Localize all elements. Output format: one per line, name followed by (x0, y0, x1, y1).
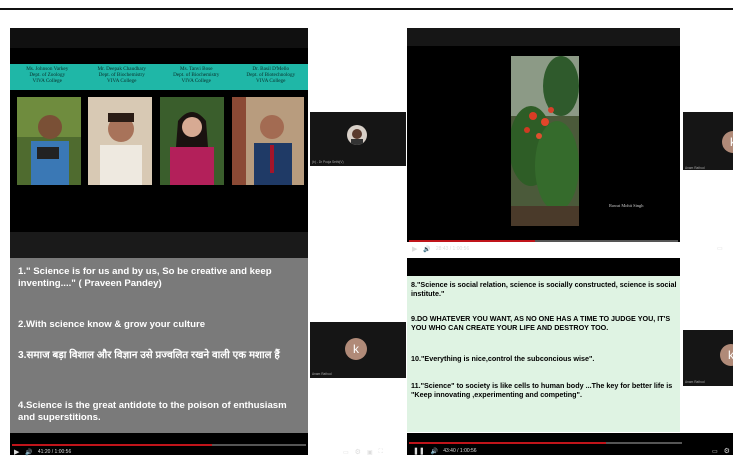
speaker-college: VIVA College (256, 78, 286, 84)
slide-top-band (10, 28, 308, 48)
speaker-header-strip: Ms. Johnson Varkey Dept. of Zoology VIVA… (10, 64, 308, 90)
captions-icon[interactable]: ▭ (712, 448, 718, 455)
right-bottom-control-row: ❚❚ 🔊 43:40 / 1:00:56 (413, 447, 477, 455)
participant-name: Anam Rathod (312, 372, 332, 376)
right-top-progress-fill (409, 240, 536, 242)
quote-text: 2.With science know & grow your culture (18, 319, 206, 330)
right-bottom-progress-fill (409, 442, 606, 444)
volume-icon[interactable]: 🔊 (423, 246, 430, 253)
speaker-header-cell: Ms. Tanvi Bose Dept. of Biochemistry VIV… (159, 64, 234, 90)
plant-photo (511, 56, 579, 226)
avatar (347, 125, 367, 145)
quote-text: 8."Science is social relation, science i… (411, 280, 677, 298)
slide-dark-band (10, 232, 308, 258)
right-top-extra-controls: ▭ (717, 245, 723, 252)
avatar: k (345, 338, 367, 360)
captions-icon[interactable]: ▭ (343, 449, 349, 456)
quote-text: 1." Science is for us and by us, So be c… (18, 266, 272, 289)
quote-text: 9.DO WHATEVER YOU WANT, AS NO ONE HAS A … (411, 314, 671, 332)
quotes-slide-left: 1." Science is for us and by us, So be c… (10, 258, 308, 433)
speaker-photo (88, 97, 152, 185)
captions-icon[interactable]: ▭ (717, 245, 723, 252)
fullscreen-icon[interactable]: ⛶ (379, 449, 383, 456)
time-display: 41:20 / 1:00:56 (37, 449, 72, 455)
speaker-photo (232, 97, 304, 185)
miniplayer-icon[interactable]: ▣ (367, 449, 373, 456)
play-icon[interactable]: ▶ (412, 245, 417, 253)
left-progress-fill (12, 444, 212, 446)
speaker-college: VIVA College (107, 78, 137, 84)
right-top-control-row: ▶ 🔊 28:43 / 1:00:56 (412, 245, 469, 253)
volume-icon[interactable]: 🔊 (431, 448, 438, 455)
speaker-college: VIVA College (181, 78, 211, 84)
slide-dark-band (407, 258, 680, 276)
slide-top-band (407, 28, 680, 46)
speaker-header-cell: Ms. Johnson Varkey Dept. of Zoology VIVA… (10, 64, 85, 90)
quotes-slide-right: 8."Science is social relation, science i… (407, 276, 680, 432)
time-display: 43:40 / 1:00:56 (443, 448, 477, 454)
quote-text: 10."Everything is nice,control the subco… (411, 354, 595, 363)
volume-icon[interactable]: 🔊 (25, 449, 32, 456)
time-display: 28:43 / 1:00:56 (435, 246, 470, 252)
quote-text: 3.समाज बड़ा विशाल और विज्ञान उसे प्रज्वल… (18, 350, 280, 361)
participant-name: Anam Rathod (685, 380, 705, 384)
right-bottom-extra-controls: ▭ ⚙ (712, 447, 730, 455)
participant-name: (b) - Dr Pooja Sethi(V) (312, 160, 344, 164)
speaker-header-cell: Dr. Basil D'Mello Dept. of Biotechnology… (234, 64, 309, 90)
quote-text: 11."Science" to society is like cells to… (411, 381, 673, 399)
quote-text: 4.Science is the great antidote to the p… (18, 400, 287, 423)
pause-icon[interactable]: ❚❚ (413, 447, 425, 455)
speaker-header-cell: Mr. Deepak Chaudhary Dept. of Biochemist… (85, 64, 160, 90)
browser-top-bar (0, 0, 733, 10)
settings-icon[interactable]: ⚙ (724, 447, 730, 455)
speaker-photo (160, 97, 224, 185)
photo-caption: Rawat Mohit Singh (609, 203, 644, 208)
participant-name: Anam Rathod (685, 166, 705, 170)
speaker-photo (17, 97, 81, 185)
speaker-college: VIVA College (32, 78, 62, 84)
